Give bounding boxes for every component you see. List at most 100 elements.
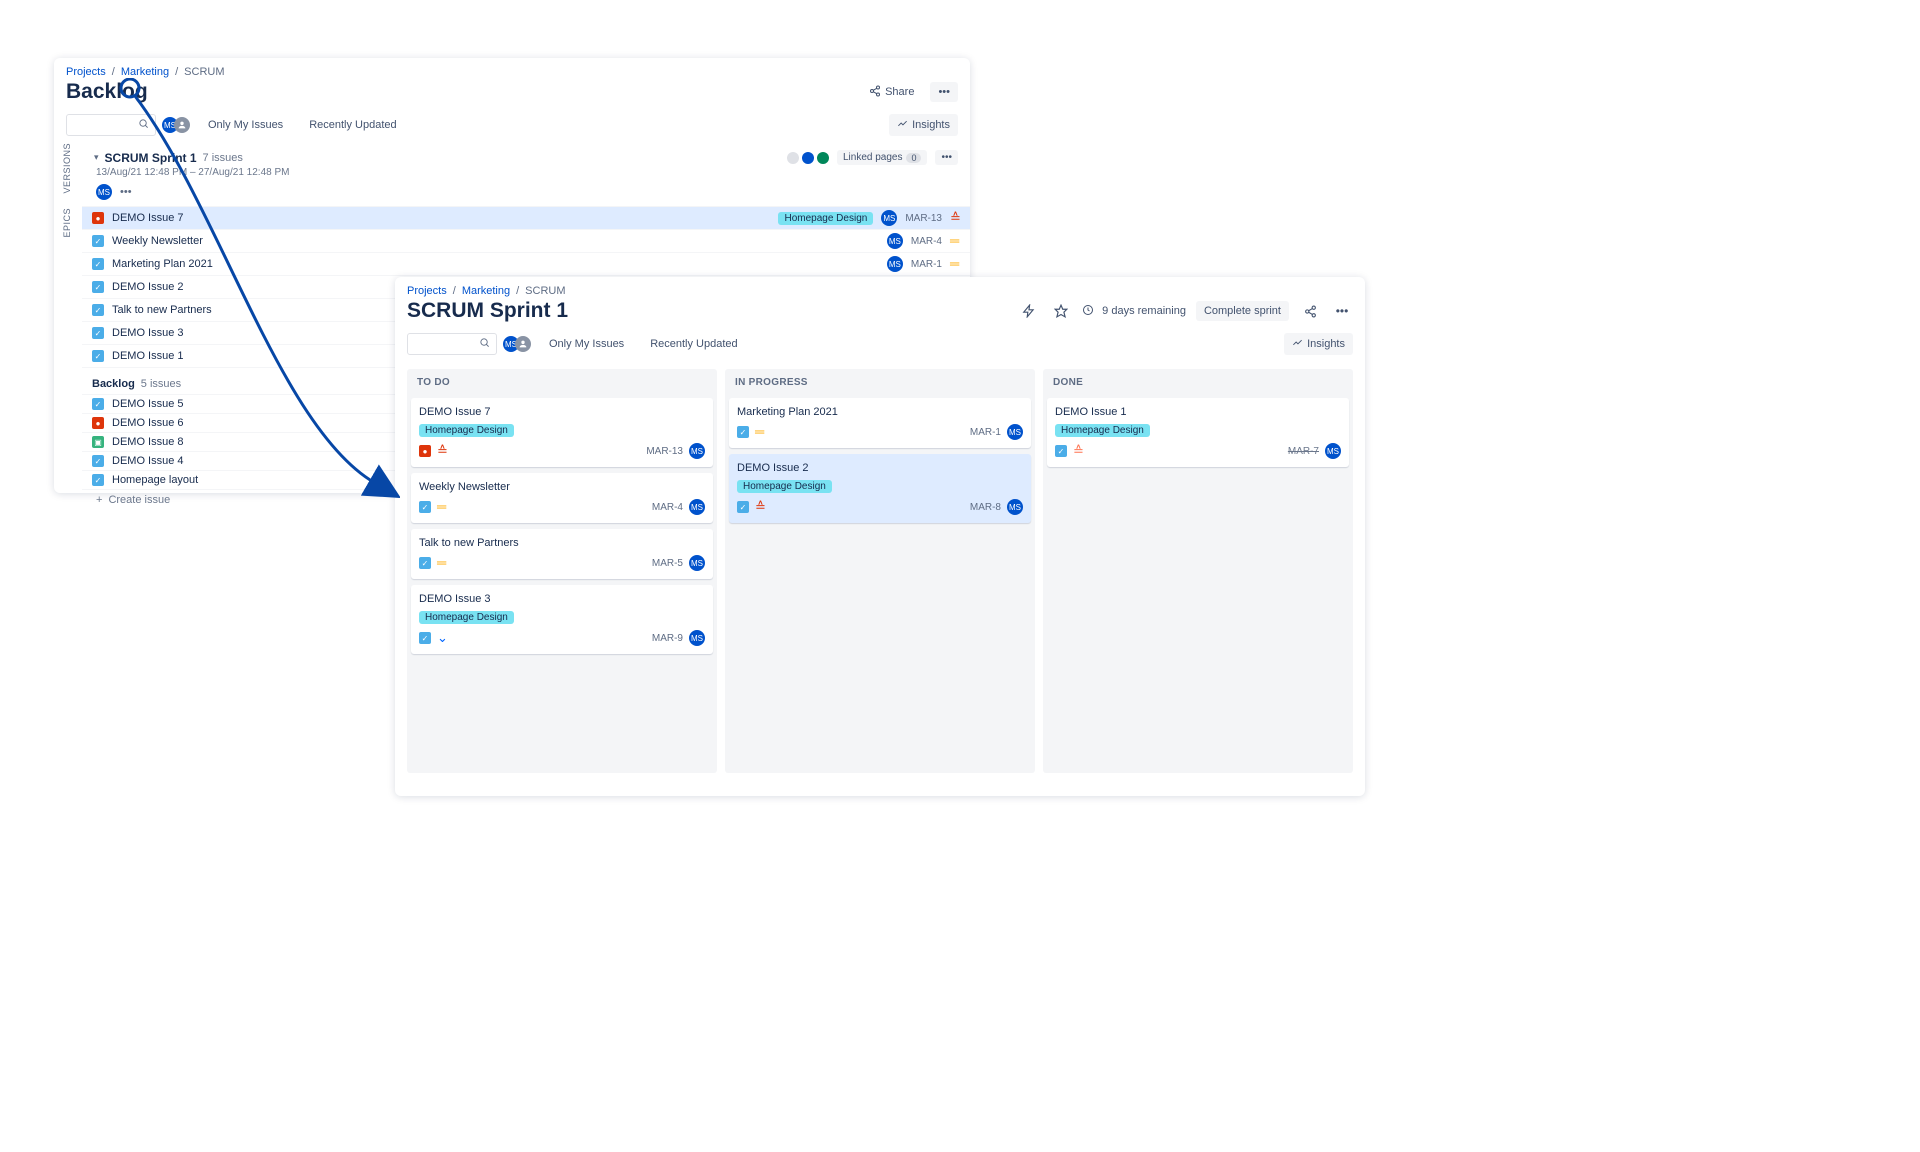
assignee-avatar[interactable]: MS: [689, 443, 705, 459]
tab-versions[interactable]: VERSIONS: [62, 143, 72, 194]
linked-pages-button[interactable]: Linked pages 0: [837, 150, 928, 165]
page-title: Backlog: [66, 80, 148, 104]
issue-type-icon: ●: [419, 445, 431, 457]
issue-row[interactable]: ✓ Weekly Newsletter MS MAR-4 ═: [82, 230, 970, 253]
issue-type-icon: ✓: [92, 327, 104, 339]
search-icon: [479, 337, 490, 351]
epic-chip[interactable]: Homepage Design: [419, 611, 514, 624]
issue-title: DEMO Issue 4: [112, 455, 184, 467]
automation-button[interactable]: [1018, 300, 1040, 322]
more-icon: •••: [938, 86, 950, 98]
create-label: Create issue: [108, 494, 170, 506]
issue-key: MAR-5: [652, 558, 683, 569]
avatar-unassigned[interactable]: [515, 336, 531, 352]
chart-icon: [897, 118, 908, 132]
card-title: DEMO Issue 7: [419, 406, 705, 418]
assignee-avatar[interactable]: MS: [887, 256, 903, 272]
complete-sprint-button[interactable]: Complete sprint: [1196, 301, 1289, 321]
search-input[interactable]: [66, 114, 156, 136]
sprint-header: ▾ SCRUM Sprint 1 7 issues Linked pages 0…: [82, 146, 970, 167]
board-card[interactable]: DEMO Issue 2Homepage Design✓≙MAR-8MS: [729, 454, 1031, 523]
assignee-avatar[interactable]: MS: [689, 630, 705, 646]
issue-title: Talk to new Partners: [112, 304, 212, 316]
card-title: Weekly Newsletter: [419, 481, 705, 493]
assignee-avatar[interactable]: MS: [689, 555, 705, 571]
crumb-current: SCRUM: [184, 66, 224, 78]
insights-button[interactable]: Insights: [889, 114, 958, 136]
sprint-name: SCRUM Sprint 1: [105, 151, 197, 165]
star-button[interactable]: [1050, 300, 1072, 322]
crumb-current: SCRUM: [525, 285, 565, 297]
priority-icon: ≙: [755, 502, 765, 512]
epic-chip[interactable]: Homepage Design: [1055, 424, 1150, 437]
chevron-down-icon[interactable]: ▾: [94, 152, 99, 163]
column-title: DONE: [1047, 373, 1349, 392]
search-input[interactable]: [407, 333, 497, 355]
board-card[interactable]: DEMO Issue 3Homepage Design✓⌄MAR-9MS: [411, 585, 713, 654]
priority-icon: ═: [437, 502, 447, 512]
issue-type-icon: ✓: [419, 557, 431, 569]
filter-only-my[interactable]: Only My Issues: [541, 335, 632, 353]
priority-icon: ≙: [1073, 446, 1083, 456]
priority-icon: ═: [950, 236, 960, 246]
issue-title: DEMO Issue 1: [112, 350, 184, 362]
filter-recent[interactable]: Recently Updated: [642, 335, 745, 353]
issue-row[interactable]: ✓Marketing Plan 2021MSMAR-1═: [82, 253, 970, 276]
tab-epics[interactable]: EPICS: [62, 208, 72, 238]
linked-pages-label: Linked pages: [843, 152, 903, 163]
share-button[interactable]: Share: [861, 81, 922, 104]
board-card[interactable]: DEMO Issue 7Homepage Design●≙MAR-13MS: [411, 398, 713, 467]
sprint-count: 7 issues: [203, 152, 243, 164]
avatar-ms[interactable]: MS: [96, 184, 112, 200]
board-card[interactable]: Talk to new Partners✓═MAR-5MS: [411, 529, 713, 579]
epic-chip[interactable]: Homepage Design: [737, 480, 832, 493]
sprint-more-button[interactable]: •••: [935, 150, 958, 165]
filter-only-my[interactable]: Only My Issues: [200, 116, 291, 134]
card-title: DEMO Issue 3: [419, 593, 705, 605]
assignee-avatar[interactable]: MS: [689, 499, 705, 515]
issue-title: Weekly Newsletter: [112, 235, 203, 247]
more-button[interactable]: •••: [1331, 300, 1353, 322]
board-columns: TO DODEMO Issue 7Homepage Design●≙MAR-13…: [395, 365, 1365, 785]
insights-button[interactable]: Insights: [1284, 333, 1353, 355]
issue-key: MAR-1: [970, 427, 1001, 438]
assignee-avatar[interactable]: MS: [1007, 499, 1023, 515]
filter-recent[interactable]: Recently Updated: [301, 116, 404, 134]
issue-type-icon: ✓: [737, 501, 749, 513]
share-button[interactable]: [1299, 300, 1321, 322]
clock-icon: [1082, 304, 1094, 319]
issue-key: MAR-13: [905, 213, 942, 224]
issue-type-icon: ▣: [92, 436, 104, 448]
sprint-assignee-more-icon[interactable]: •••: [120, 186, 132, 198]
sprint-dates: 13/Aug/21 12:48 PM – 27/Aug/21 12:48 PM: [96, 167, 970, 178]
crumb-projects[interactable]: Projects: [66, 66, 106, 78]
assignee-avatar[interactable]: MS: [881, 210, 897, 226]
more-button[interactable]: •••: [930, 82, 958, 102]
crumb-marketing[interactable]: Marketing: [121, 66, 169, 78]
epic-chip[interactable]: Homepage Design: [419, 424, 514, 437]
sprint-assignees: MS •••: [96, 184, 970, 200]
crumb-projects[interactable]: Projects: [407, 285, 447, 297]
card-title: DEMO Issue 1: [1055, 406, 1341, 418]
issue-key: MAR-4: [911, 236, 942, 247]
column-title: IN PROGRESS: [729, 373, 1031, 392]
assignee-avatar[interactable]: MS: [1007, 424, 1023, 440]
avatar-unassigned[interactable]: [174, 117, 190, 133]
assignee-avatar[interactable]: MS: [887, 233, 903, 249]
board-card[interactable]: Weekly Newsletter✓═MAR-4MS: [411, 473, 713, 523]
issue-row[interactable]: ●DEMO Issue 7Homepage DesignMSMAR-13≙: [82, 207, 970, 230]
assignee-filter[interactable]: MS: [166, 117, 190, 133]
assignee-avatar[interactable]: MS: [1325, 443, 1341, 459]
board-card[interactable]: DEMO Issue 1Homepage Design✓≙MAR-7MS: [1047, 398, 1349, 467]
issue-type-icon: ✓: [92, 474, 104, 486]
breadcrumb: Projects/ Marketing/ SCRUM: [395, 277, 1365, 297]
board-column: TO DODEMO Issue 7Homepage Design●≙MAR-13…: [407, 369, 717, 773]
epic-chip[interactable]: Homepage Design: [778, 212, 873, 225]
issue-type-icon: ●: [92, 417, 104, 429]
board-card[interactable]: Marketing Plan 2021✓═MAR-1MS: [729, 398, 1031, 448]
issue-type-icon: ✓: [419, 501, 431, 513]
crumb-marketing[interactable]: Marketing: [462, 285, 510, 297]
issue-title: DEMO Issue 5: [112, 398, 184, 410]
issue-type-icon: ✓: [92, 235, 104, 247]
assignee-filter[interactable]: MS: [507, 336, 531, 352]
